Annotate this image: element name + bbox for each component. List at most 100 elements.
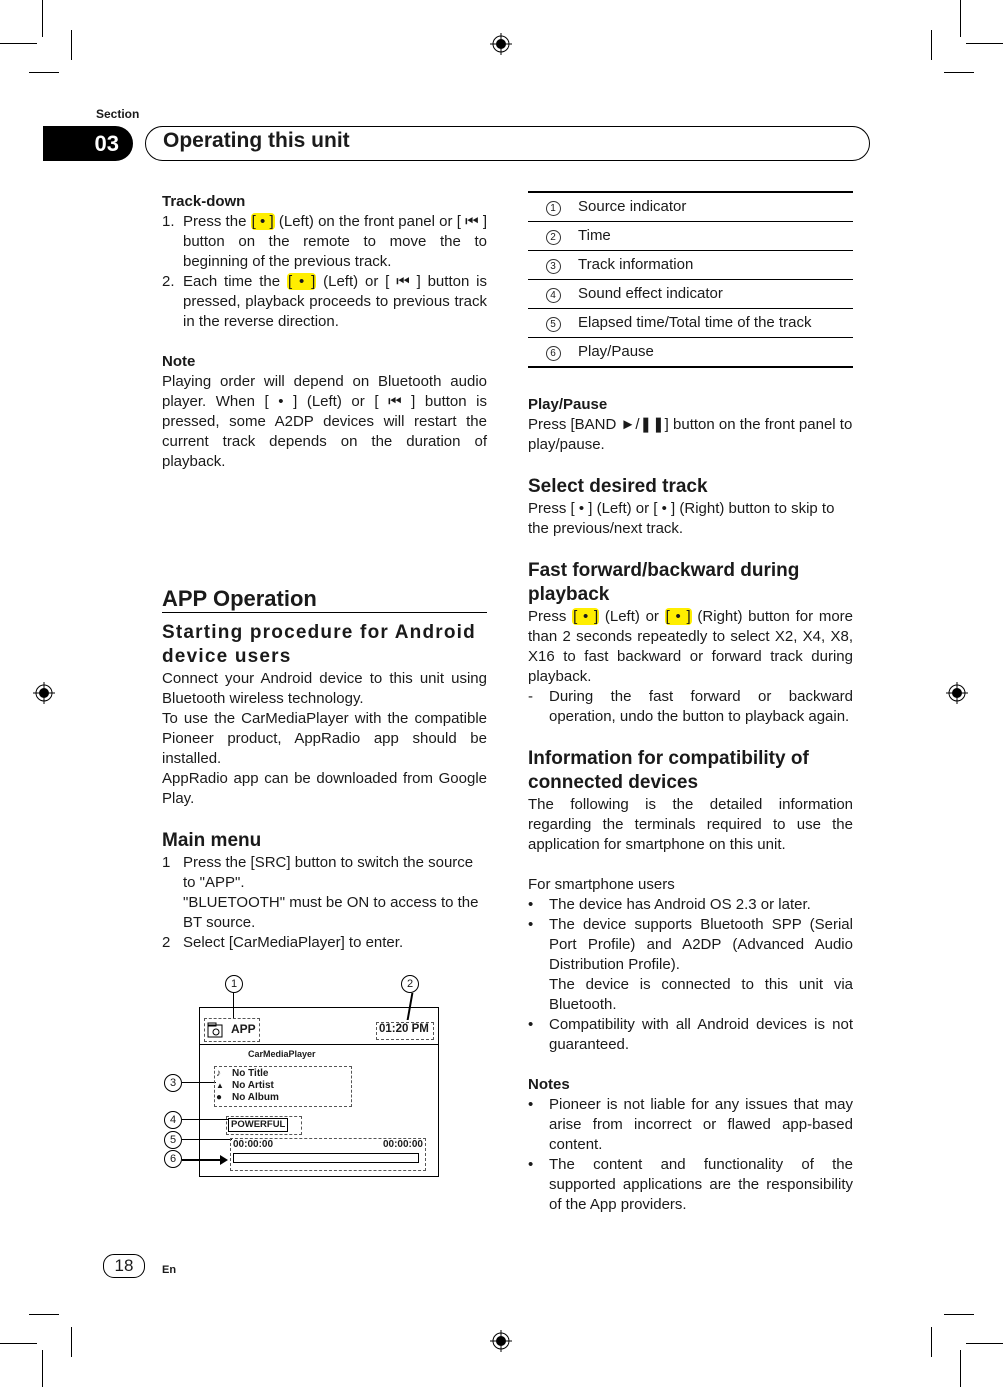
registration-mark-icon [490,1330,512,1352]
list-item: • The device supports Bluetooth SPP (Seri… [528,915,853,1015]
list-item: • The content and functionality of the su… [528,1155,853,1215]
bullet-text: Pioneer is not liable for any issues tha… [549,1096,853,1153]
source-text: APP [231,1022,256,1036]
callout-6: 6 [164,1150,182,1168]
legend-row: 6 Play/Pause [528,337,853,368]
legend-row: 2 Time [528,221,853,251]
bullet-main: The device supports Bluetooth SPP (Seria… [549,916,853,973]
registration-mark-icon [490,33,512,55]
legend-row: 5 Elapsed time/Total time of the track [528,308,853,338]
title-row: ♪ No Title [216,1068,279,1080]
crop-mark [931,30,932,60]
track-info: ♪ No Title ▲ No Artist ● No Album [214,1066,352,1107]
step-text-main: Press the [SRC] button to switch the sou… [183,854,474,891]
list-item: • The device has Android OS 2.3 or later. [528,895,853,915]
paragraph: To use the CarMediaPlayer with the compa… [162,710,487,767]
callout-4: 4 [164,1111,182,1129]
crop-mark [966,1343,1003,1344]
album-row: ● No Album [216,1092,279,1104]
legend-label: Track information [578,250,853,280]
track-down-section: Track-down 1. Press the [ • ] (Left) on … [162,192,487,472]
circled-number: 3 [545,259,561,274]
section-title: Operating this unit [163,129,350,152]
unit-screen: APP 01:20 PM CarMediaPlayer ♪ No Title ▲ N… [199,1007,439,1177]
list-item: 2. Each time the [ • ] (Left) or [ ⏮ ] b… [162,272,487,332]
step-number: 2. [162,273,175,290]
language-label: En [162,1264,177,1276]
select-track-heading: Select desired track [528,476,708,497]
legend-section: 1 Source indicator 2 Time 3 Track information… [528,191,853,368]
crop-mark [29,1314,59,1315]
legend-label: Source indicator [578,191,853,222]
sound-effect-indicator: POWERFUL [226,1116,302,1135]
play-pause-heading: Play/Pause [528,396,608,413]
track-info-lines: ♪ No Title ▲ No Artist ● No Album [216,1068,279,1104]
app-source-icon [207,1022,223,1038]
paragraph: AppRadio app can be downloaded from Goog… [162,770,487,807]
bullet-marker: • [528,1156,534,1173]
app-name: CarMediaPlayer [248,1049,316,1059]
select-track-text: Press [ • ] (Left) or [ • ] (Right) butt… [528,500,835,537]
album-icon: ● [216,1092,223,1103]
left-key-highlight: [ • ] [286,273,317,290]
source-indicator: APP [204,1018,260,1042]
compat-intro: The following is the detailed informatio… [528,796,853,853]
circled-number: 2 [545,230,561,245]
crop-mark [0,43,37,44]
main-menu-heading: Main menu [162,830,262,851]
bullet-marker: • [528,1096,534,1113]
callout-5: 5 [164,1131,182,1149]
time-display: 01:20 PM [376,1022,434,1040]
legend-label: Elapsed time/Total time of the track [578,308,853,338]
step-text-pre: Each time the [183,273,287,290]
right-content: Play/Pause Press [BAND ►/❚❚] button on t… [528,395,853,1215]
crop-mark [71,30,72,60]
play-pause-text: Press [BAND ►/❚❚] button on the front pa… [528,416,853,453]
dash-marker: - [528,688,533,705]
text-pre: Press [528,608,573,625]
starting-procedure-heading: Starting procedure for Android device us… [162,622,476,667]
step-text: Press the [SRC] button to switch the sou… [183,853,487,933]
crop-mark [0,1343,37,1344]
list-item: 2 Select [CarMediaPlayer] to enter. [162,933,487,953]
right-key-highlight: [ • ] [664,608,692,625]
track-artist: No Artist [232,1080,274,1091]
crop-mark [960,1350,961,1387]
legend-row: 3 Track information [528,250,853,280]
step-text: Press the [ • ] (Left) on the front pane… [183,212,487,272]
circled-number: 6 [545,346,561,361]
section-label: Section [96,107,140,121]
step-number: 1 [162,854,171,871]
bullet-text: The device supports Bluetooth SPP (Seria… [549,915,853,1015]
track-title: No Title [232,1068,269,1079]
crop-mark [42,0,43,37]
bullet-extra: The device is connected to this unit via… [549,976,853,1013]
list-item: 1 Press the [SRC] button to switch the s… [162,853,487,933]
paragraph: Connect your Android device to this unit… [162,670,487,707]
circled-number: 1 [545,201,561,216]
crop-mark [71,1327,72,1357]
list-item: • Pioneer is not liable for any issues th… [528,1095,853,1155]
notes-heading: Notes [528,1076,570,1093]
music-note-icon: ♪ [216,1068,221,1079]
crop-mark [944,72,974,73]
bullet-marker: • [528,1016,534,1033]
bullet-text: The device has Android OS 2.3 or later. [549,896,811,913]
progress-bar [233,1153,419,1163]
page-number: 18 [103,1254,145,1278]
callout-1: 1 [225,975,243,993]
crop-mark [966,43,1003,44]
section-number-text: 03 [94,130,119,156]
legend-number: 6 [528,337,578,368]
elapsed-total-time: 00:00:00 00:00:00 [230,1138,426,1171]
registration-mark-icon [946,682,968,704]
track-down-heading: Track-down [162,193,246,210]
note-heading: Note [162,353,196,370]
legend-label: Sound effect indicator [578,279,853,309]
section-number: 03 [43,126,133,161]
circled-number: 5 [545,317,561,332]
step-text: Each time the [ • ] (Left) or [ ⏮ ] butt… [183,272,487,332]
bullet-text: The content and functionality of the sup… [549,1156,853,1213]
for-users-label: For smartphone users [528,876,675,893]
crop-mark [42,1350,43,1387]
